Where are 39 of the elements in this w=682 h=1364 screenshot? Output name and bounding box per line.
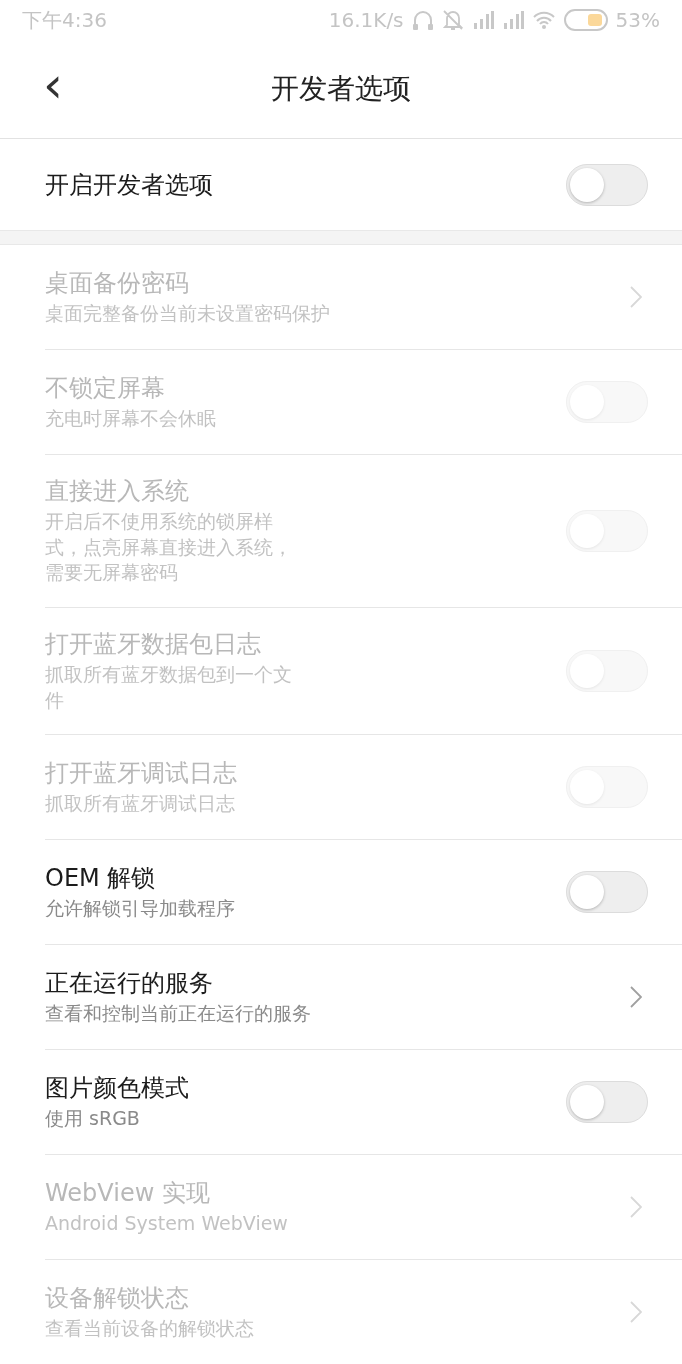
chevron-icon	[630, 286, 642, 308]
battery-icon	[563, 9, 608, 31]
setting-title: WebView 实现	[45, 1177, 211, 1208]
toggle-switch[interactable]	[566, 1081, 648, 1124]
setting-title: 直接进入系统	[45, 476, 190, 506]
setting-description: 允许解锁引导加载程序	[45, 895, 236, 921]
setting-title: OEM 解锁	[45, 862, 157, 893]
toggle-switch[interactable]	[566, 163, 648, 206]
chevron-icon	[630, 1301, 642, 1324]
toggle-switch[interactable]	[566, 871, 648, 914]
signal-icon	[471, 11, 494, 29]
status-time: 下午4:36	[22, 6, 107, 34]
chevron-icon	[630, 986, 642, 1009]
setting-title: 正在运行的服务	[45, 967, 214, 998]
back-button[interactable]: ‹	[0, 60, 76, 118]
setting-title: 不锁定屏幕	[45, 372, 166, 403]
setting-description: 充电时屏幕不会休眠	[45, 405, 217, 431]
wifi-icon	[531, 11, 556, 29]
setting-description: 使用 sRGB	[45, 1105, 141, 1131]
chevron-icon	[630, 1196, 642, 1219]
headphones-icon	[411, 10, 434, 30]
muted-bell-icon	[441, 9, 464, 31]
setting-title: 设备解锁状态	[45, 1282, 190, 1313]
setting-title: 图片颜色模式	[45, 1072, 190, 1103]
setting-description: 查看和控制当前正在运行的服务	[45, 1000, 312, 1026]
setting-title: 开启开发者选项	[45, 169, 214, 200]
setting-description: 查看当前设备的解锁状态	[45, 1315, 255, 1341]
setting-title: 桌面备份密码	[45, 267, 190, 298]
network-speed: 16.1K/s	[328, 8, 404, 32]
battery-percent: 53%	[615, 8, 660, 32]
page-title: 开发者选项	[270, 71, 412, 107]
signal-icon	[501, 11, 524, 29]
setting-description: 桌面完整备份当前未设置密码保护	[45, 300, 331, 326]
setting-title: 打开蓝牙数据包日志	[45, 628, 262, 659]
setting-description: 抓取所有蓝牙数据包到一个文件	[45, 661, 293, 713]
setting-description: 开启后不使用系统的锁屏样式，点亮屏幕直接进入系统，需要无屏幕密码	[45, 509, 293, 586]
setting-description: 抓取所有蓝牙调试日志	[45, 790, 236, 816]
setting-description: Android System WebView	[45, 1210, 289, 1236]
setting-title: 打开蓝牙调试日志	[45, 757, 238, 788]
